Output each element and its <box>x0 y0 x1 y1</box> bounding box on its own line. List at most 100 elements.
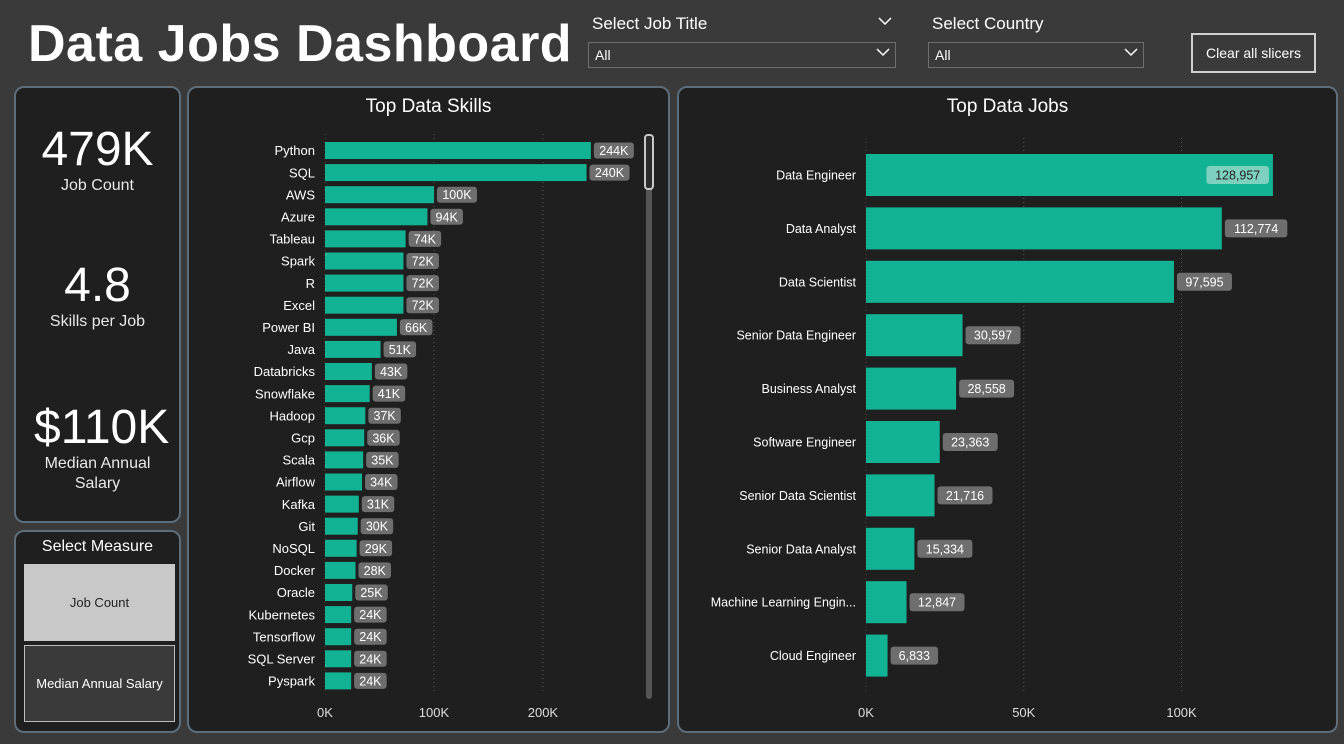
bar-python <box>325 142 591 159</box>
category-label-senior-data-analyst: Senior Data Analyst <box>746 542 856 556</box>
bar-azure <box>325 208 428 226</box>
category-label-machine-learning-engin: Machine Learning Engin... <box>711 596 856 610</box>
bar-docker <box>325 561 356 579</box>
data-label-r: 72K <box>412 277 435 291</box>
category-label-oracle: Oracle <box>277 585 315 600</box>
bar-kafka <box>325 495 359 513</box>
skills-scroll-thumb[interactable] <box>644 134 654 190</box>
x-tick-label: 0K <box>317 705 333 720</box>
category-label-tableau: Tableau <box>269 232 315 247</box>
kpi-job-count-label: Job Count <box>61 177 134 194</box>
data-label-java: 51K <box>389 343 412 357</box>
bar-senior-data-scientist <box>866 474 935 517</box>
chevron-down-icon <box>875 44 891 60</box>
country-slicer-header[interactable]: Select Country <box>932 14 1140 40</box>
bar-sql <box>325 164 587 182</box>
data-label-nosql: 29K <box>365 542 388 556</box>
measure-option-median-salary[interactable]: Median Annual Salary <box>24 645 175 722</box>
category-label-software-engineer: Software Engineer <box>753 436 856 450</box>
x-tick-label: 100K <box>419 705 450 720</box>
bar-sql-server <box>325 650 352 668</box>
bar-machine-learning-engin <box>866 581 907 624</box>
data-label-airflow: 34K <box>370 476 393 490</box>
bar-gcp <box>325 429 365 447</box>
category-label-senior-data-scientist: Senior Data Scientist <box>739 489 856 503</box>
kpi-skills-per-job-label: Skills per Job <box>49 313 146 330</box>
data-label-senior-data-scientist: 21,716 <box>946 489 984 503</box>
measure-selector-title: Select Measure <box>41 538 154 555</box>
bar-nosql <box>325 539 357 557</box>
bar-senior-data-analyst <box>866 527 915 570</box>
job-title-slicer-label: Select Job Title <box>592 14 708 33</box>
data-label-senior-data-engineer: 30,597 <box>974 329 1012 343</box>
data-label-sql: 240K <box>595 166 625 180</box>
category-label-excel: Excel <box>283 298 315 313</box>
x-tick-label: 100K <box>1166 705 1197 720</box>
category-label-java: Java <box>288 342 316 357</box>
category-label-kafka: Kafka <box>282 497 316 512</box>
category-label-kubernetes: Kubernetes <box>249 607 316 622</box>
data-label-hadoop: 37K <box>373 409 396 423</box>
category-label-data-analyst: Data Analyst <box>786 222 857 236</box>
category-label-pyspark: Pyspark <box>268 674 315 689</box>
data-label-azure: 94K <box>436 210 459 224</box>
bar-databricks <box>325 363 372 380</box>
data-label-data-scientist: 97,595 <box>1185 275 1223 289</box>
data-label-machine-learning-engin: 12,847 <box>918 596 956 610</box>
data-label-databricks: 43K <box>380 365 403 379</box>
measure-option-job-count[interactable]: Job Count <box>24 564 175 641</box>
kpi-median-salary-label: Median Annual Salary <box>44 455 151 492</box>
data-label-kafka: 31K <box>367 498 390 512</box>
category-label-nosql: NoSQL <box>272 541 315 556</box>
category-label-sql: SQL <box>289 165 315 180</box>
bar-business-analyst <box>866 367 957 410</box>
category-label-snowflake: Snowflake <box>255 386 315 401</box>
category-label-r: R <box>306 276 315 291</box>
bar-power-bi <box>325 318 397 336</box>
kpi-job-count-value: 479K <box>41 123 154 176</box>
category-label-docker: Docker <box>274 563 316 578</box>
category-label-sql-server: SQL Server <box>248 651 316 666</box>
data-label-pyspark: 24K <box>359 674 382 688</box>
data-label-software-engineer: 23,363 <box>951 436 989 450</box>
data-label-tensorflow: 24K <box>359 630 382 644</box>
bar-tableau <box>325 230 406 248</box>
category-label-scala: Scala <box>282 453 315 468</box>
top-skills-chart: 0K 100K 200K Python 244K SQL 240K AWS 100K Azure 9… <box>248 134 634 720</box>
category-label-airflow: Airflow <box>276 475 316 490</box>
data-label-spark: 72K <box>412 255 435 269</box>
x-tick-label: 50K <box>1012 705 1035 720</box>
country-dropdown[interactable]: All <box>928 42 1144 68</box>
bar-software-engineer <box>866 421 940 463</box>
top-jobs-chart: 0K 50K 100K Data Engineer 128,957 Data Analys… <box>711 138 1288 720</box>
data-label-senior-data-analyst: 15,334 <box>926 542 964 556</box>
kpi-skills-per-job: 4.8 Skills per Job <box>16 260 179 332</box>
bar-snowflake <box>325 385 370 403</box>
data-label-gcp: 36K <box>372 431 395 445</box>
bar-excel <box>325 296 404 314</box>
data-label-excel: 72K <box>412 299 435 313</box>
bar-data-scientist <box>866 260 1174 303</box>
skills-scrollbar[interactable] <box>646 134 652 699</box>
bar-kubernetes <box>325 606 352 624</box>
chevron-down-icon[interactable] <box>878 14 892 28</box>
data-label-data-analyst: 112,774 <box>1234 222 1278 236</box>
bar-scala <box>325 451 364 469</box>
kpi-median-salary-value: $110K <box>34 401 170 454</box>
job-title-slicer-header[interactable]: Select Job Title <box>592 14 892 40</box>
bar-airflow <box>325 473 363 491</box>
data-label-kubernetes: 24K <box>359 608 382 622</box>
data-label-git: 30K <box>366 520 389 534</box>
clear-slicers-button[interactable]: Clear all slicers <box>1191 33 1316 73</box>
data-label-docker: 28K <box>364 564 387 578</box>
data-label-cloud-engineer: 6,833 <box>899 649 930 663</box>
bar-oracle <box>325 584 353 601</box>
category-label-data-engineer: Data Engineer <box>776 169 856 183</box>
top-skills-card: Top Data Skills 0K 100K 200K Python 244K SQL 2… <box>187 86 670 733</box>
data-label-python: 244K <box>599 144 629 158</box>
bar-cloud-engineer <box>866 634 888 677</box>
job-title-slicer: Select Job Title All <box>588 14 896 70</box>
bar-java <box>325 340 381 358</box>
job-title-dropdown[interactable]: All <box>588 42 896 68</box>
top-jobs-card: Top Data Jobs 0K 50K 100K Data Engineer 128,… <box>677 86 1338 733</box>
